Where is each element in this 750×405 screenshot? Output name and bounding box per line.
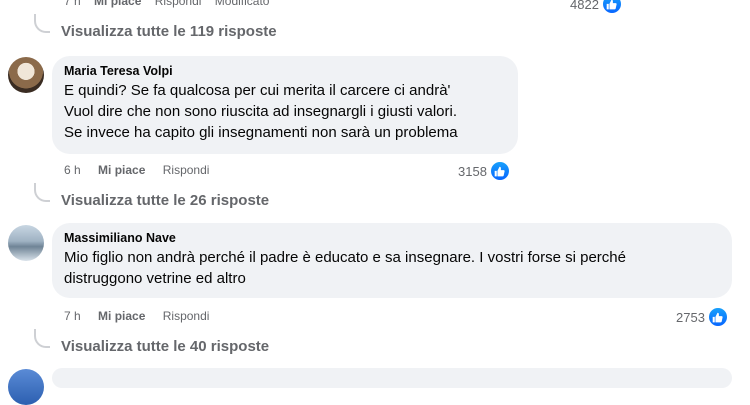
reaction-count: 4822 <box>570 0 599 12</box>
view-all-replies-link[interactable]: Visualizza tutte le 26 risposte <box>61 192 269 209</box>
comment-text: E quindi? Se fa qualcosa per cui merita … <box>64 82 458 141</box>
avatar[interactable] <box>8 369 44 405</box>
thread-line <box>34 183 50 202</box>
comment-text: Mio figlio non andrà perché il padre è e… <box>64 249 626 287</box>
thumbs-up-icon <box>706 306 729 328</box>
like-link[interactable]: Mi piace <box>98 309 145 323</box>
comment-time[interactable]: 7 h <box>64 309 81 323</box>
thumbs-up-icon <box>488 160 511 182</box>
thread-line <box>34 329 50 348</box>
reply-link[interactable]: Rispondi <box>163 163 210 177</box>
avatar[interactable] <box>8 57 44 93</box>
comment-bubble: Maria Teresa Volpi E quindi? Se fa qualc… <box>52 56 518 154</box>
thumbs-up-icon <box>600 0 623 15</box>
comment-bubble <box>52 368 732 388</box>
reply-link[interactable]: Rispondi <box>155 0 202 8</box>
reply-link[interactable]: Rispondi <box>163 309 210 323</box>
edited-label: Modificato <box>214 0 270 8</box>
comment-actions: 6 h Mi piace Rispondi <box>64 163 223 177</box>
reaction-count-button[interactable]: 3158 <box>458 160 511 182</box>
comment-time[interactable]: 6 h <box>64 163 81 177</box>
reaction-count: 3158 <box>458 163 487 179</box>
comment-actions: 7 h Mi piace Rispondi <box>64 309 223 323</box>
avatar[interactable] <box>8 225 44 261</box>
reaction-count-partial[interactable]: 4822 <box>570 0 623 15</box>
reaction-count-button[interactable]: 2753 <box>676 306 729 328</box>
comment-author[interactable]: Massimiliano Nave <box>64 231 720 245</box>
comment-author[interactable]: Maria Teresa Volpi <box>64 64 506 78</box>
thread-line <box>34 14 50 33</box>
like-link[interactable]: Mi piace <box>98 163 145 177</box>
reaction-count: 2753 <box>676 309 705 325</box>
like-link[interactable]: Mi piace <box>94 0 141 8</box>
comment-time: 7 h <box>64 0 81 8</box>
comment-actions-partial: 7 h Mi piace Rispondi Modificato <box>64 0 279 8</box>
comment-bubble: Massimiliano Nave Mio figlio non andrà p… <box>52 223 732 298</box>
view-all-replies-link[interactable]: Visualizza tutte le 119 risposte <box>61 23 277 40</box>
view-all-replies-link[interactable]: Visualizza tutte le 40 risposte <box>61 338 269 355</box>
